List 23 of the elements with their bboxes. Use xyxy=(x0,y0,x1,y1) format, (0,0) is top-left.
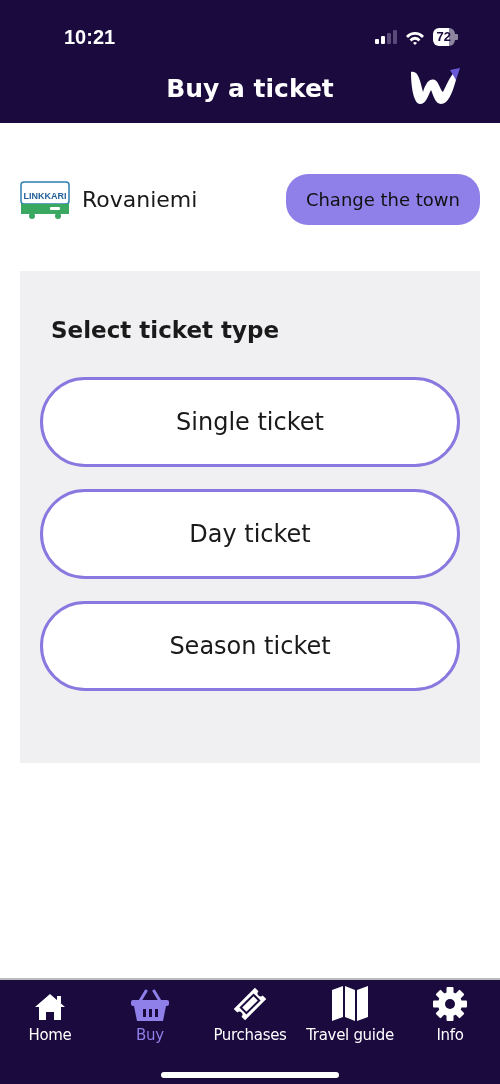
section-heading: Select ticket type xyxy=(51,317,281,343)
settings-icon xyxy=(432,986,468,1022)
ticket-type-button[interactable]: Day ticket xyxy=(40,489,460,579)
ticket-icon xyxy=(232,986,268,1022)
ticket-type-button[interactable]: Season ticket xyxy=(40,601,460,691)
map-icon xyxy=(331,985,369,1022)
tab-bar-item[interactable]: Home xyxy=(0,982,100,1044)
wifi-icon xyxy=(404,29,425,45)
page-title: Buy a ticket xyxy=(166,73,334,103)
status-time: 10:21 xyxy=(64,25,116,49)
tab-bar-item[interactable]: Info xyxy=(400,982,500,1044)
logo-icon xyxy=(408,66,460,106)
home-icon xyxy=(34,992,66,1022)
tab-bar-item[interactable]: Buy xyxy=(100,982,200,1044)
tab-bar-item[interactable]: Purchases xyxy=(200,982,300,1044)
basket-icon xyxy=(130,989,170,1022)
town-name: Rovaniemi xyxy=(82,187,198,212)
ticket-type-button[interactable]: Single ticket xyxy=(40,377,460,467)
tab-bar-item[interactable]: Travel guide xyxy=(300,982,400,1044)
battery-level: 72 xyxy=(432,28,458,46)
change-town-button[interactable]: Change the town xyxy=(285,174,480,225)
signal-icon xyxy=(374,30,397,44)
bus-logo: LINKKARI xyxy=(20,179,70,220)
